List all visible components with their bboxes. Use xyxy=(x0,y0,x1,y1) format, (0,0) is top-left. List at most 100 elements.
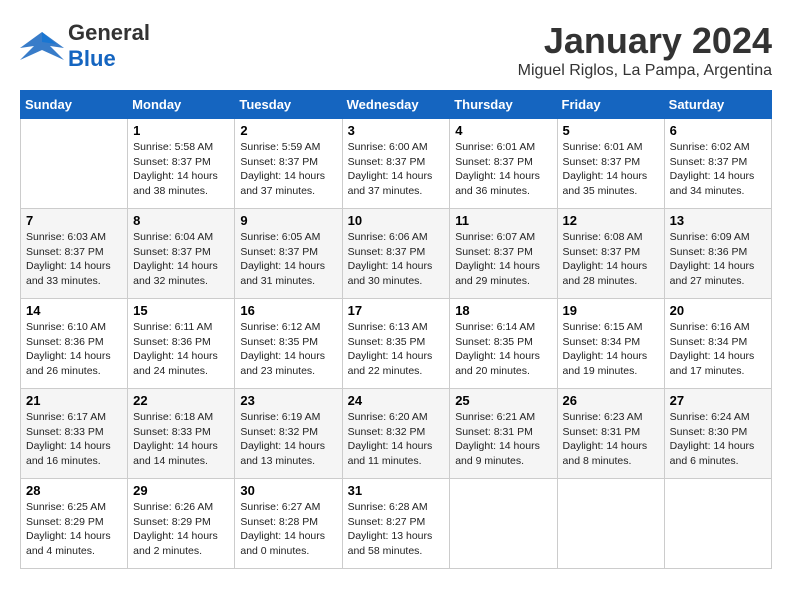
day-info: Sunrise: 6:08 AM Sunset: 8:37 PM Dayligh… xyxy=(563,230,659,289)
day-info: Sunrise: 6:19 AM Sunset: 8:32 PM Dayligh… xyxy=(240,410,336,469)
day-info: Sunrise: 6:04 AM Sunset: 8:37 PM Dayligh… xyxy=(133,230,229,289)
day-number: 23 xyxy=(240,393,336,408)
logo: General Blue xyxy=(20,20,150,72)
day-info: Sunrise: 6:26 AM Sunset: 8:29 PM Dayligh… xyxy=(133,500,229,559)
calendar-cell: 31 Sunrise: 6:28 AM Sunset: 8:27 PM Dayli… xyxy=(342,479,450,569)
day-number: 21 xyxy=(26,393,122,408)
calendar-cell xyxy=(557,479,664,569)
day-info: Sunrise: 6:27 AM Sunset: 8:28 PM Dayligh… xyxy=(240,500,336,559)
calendar-table: SundayMondayTuesdayWednesdayThursdayFrid… xyxy=(20,90,772,569)
day-info: Sunrise: 6:01 AM Sunset: 8:37 PM Dayligh… xyxy=(563,140,659,199)
day-info: Sunrise: 6:24 AM Sunset: 8:30 PM Dayligh… xyxy=(670,410,766,469)
calendar-cell: 12 Sunrise: 6:08 AM Sunset: 8:37 PM Dayli… xyxy=(557,209,664,299)
day-info: Sunrise: 6:15 AM Sunset: 8:34 PM Dayligh… xyxy=(563,320,659,379)
day-info: Sunrise: 6:05 AM Sunset: 8:37 PM Dayligh… xyxy=(240,230,336,289)
calendar-cell: 6 Sunrise: 6:02 AM Sunset: 8:37 PM Daylig… xyxy=(664,119,771,209)
header-day-tuesday: Tuesday xyxy=(235,91,342,119)
day-number: 1 xyxy=(133,123,229,138)
day-number: 27 xyxy=(670,393,766,408)
day-info: Sunrise: 6:03 AM Sunset: 8:37 PM Dayligh… xyxy=(26,230,122,289)
calendar-cell: 24 Sunrise: 6:20 AM Sunset: 8:32 PM Dayli… xyxy=(342,389,450,479)
calendar-week-1: 1 Sunrise: 5:58 AM Sunset: 8:37 PM Daylig… xyxy=(21,119,772,209)
day-number: 28 xyxy=(26,483,122,498)
day-number: 4 xyxy=(455,123,551,138)
header-row: SundayMondayTuesdayWednesdayThursdayFrid… xyxy=(21,91,772,119)
calendar-cell: 17 Sunrise: 6:13 AM Sunset: 8:35 PM Dayli… xyxy=(342,299,450,389)
day-number: 20 xyxy=(670,303,766,318)
day-info: Sunrise: 5:58 AM Sunset: 8:37 PM Dayligh… xyxy=(133,140,229,199)
day-info: Sunrise: 6:13 AM Sunset: 8:35 PM Dayligh… xyxy=(348,320,445,379)
calendar-cell: 10 Sunrise: 6:06 AM Sunset: 8:37 PM Dayli… xyxy=(342,209,450,299)
calendar-header: SundayMondayTuesdayWednesdayThursdayFrid… xyxy=(21,91,772,119)
day-info: Sunrise: 6:11 AM Sunset: 8:36 PM Dayligh… xyxy=(133,320,229,379)
day-number: 25 xyxy=(455,393,551,408)
day-number: 9 xyxy=(240,213,336,228)
calendar-cell: 16 Sunrise: 6:12 AM Sunset: 8:35 PM Dayli… xyxy=(235,299,342,389)
day-number: 16 xyxy=(240,303,336,318)
day-info: Sunrise: 6:18 AM Sunset: 8:33 PM Dayligh… xyxy=(133,410,229,469)
day-info: Sunrise: 6:06 AM Sunset: 8:37 PM Dayligh… xyxy=(348,230,445,289)
calendar-cell: 29Sunrise: 6:26 AM Sunset: 8:29 PM Dayli… xyxy=(128,479,235,569)
day-number: 5 xyxy=(563,123,659,138)
day-info: Sunrise: 6:28 AM Sunset: 8:27 PM Dayligh… xyxy=(348,500,445,559)
day-info: Sunrise: 6:23 AM Sunset: 8:31 PM Dayligh… xyxy=(563,410,659,469)
day-number: 6 xyxy=(670,123,766,138)
day-number: 22 xyxy=(133,393,229,408)
calendar-cell: 13Sunrise: 6:09 AM Sunset: 8:36 PM Dayli… xyxy=(664,209,771,299)
calendar-cell: 3Sunrise: 6:00 AM Sunset: 8:37 PM Daylig… xyxy=(342,119,450,209)
calendar-cell: 15Sunrise: 6:11 AM Sunset: 8:36 PM Dayli… xyxy=(128,299,235,389)
calendar-week-2: 7 Sunrise: 6:03 AM Sunset: 8:37 PM Daylig… xyxy=(21,209,772,299)
day-info: Sunrise: 6:25 AM Sunset: 8:29 PM Dayligh… xyxy=(26,500,122,559)
calendar-cell xyxy=(664,479,771,569)
header-day-monday: Monday xyxy=(128,91,235,119)
day-info: Sunrise: 6:20 AM Sunset: 8:32 PM Dayligh… xyxy=(348,410,445,469)
day-number: 3 xyxy=(348,123,445,138)
header-day-wednesday: Wednesday xyxy=(342,91,450,119)
day-number: 19 xyxy=(563,303,659,318)
calendar-cell: 25Sunrise: 6:21 AM Sunset: 8:31 PM Dayli… xyxy=(450,389,557,479)
day-info: Sunrise: 6:07 AM Sunset: 8:37 PM Dayligh… xyxy=(455,230,551,289)
calendar-cell: 23 Sunrise: 6:19 AM Sunset: 8:32 PM Dayli… xyxy=(235,389,342,479)
day-info: Sunrise: 5:59 AM Sunset: 8:37 PM Dayligh… xyxy=(240,140,336,199)
day-number: 10 xyxy=(348,213,445,228)
day-number: 8 xyxy=(133,213,229,228)
calendar-cell xyxy=(21,119,128,209)
day-number: 17 xyxy=(348,303,445,318)
title-block: January 2024 Miguel Riglos, La Pampa, Ar… xyxy=(518,20,772,80)
header-day-thursday: Thursday xyxy=(450,91,557,119)
day-info: Sunrise: 6:10 AM Sunset: 8:36 PM Dayligh… xyxy=(26,320,122,379)
calendar-week-4: 21Sunrise: 6:17 AM Sunset: 8:33 PM Dayli… xyxy=(21,389,772,479)
day-info: Sunrise: 6:02 AM Sunset: 8:37 PM Dayligh… xyxy=(670,140,766,199)
calendar-cell: 5 Sunrise: 6:01 AM Sunset: 8:37 PM Daylig… xyxy=(557,119,664,209)
calendar-cell xyxy=(450,479,557,569)
day-number: 12 xyxy=(563,213,659,228)
calendar-cell: 8 Sunrise: 6:04 AM Sunset: 8:37 PM Daylig… xyxy=(128,209,235,299)
header-day-friday: Friday xyxy=(557,91,664,119)
day-info: Sunrise: 6:01 AM Sunset: 8:37 PM Dayligh… xyxy=(455,140,551,199)
day-number: 24 xyxy=(348,393,445,408)
calendar-cell: 21Sunrise: 6:17 AM Sunset: 8:33 PM Dayli… xyxy=(21,389,128,479)
day-number: 18 xyxy=(455,303,551,318)
calendar-week-3: 14Sunrise: 6:10 AM Sunset: 8:36 PM Dayli… xyxy=(21,299,772,389)
logo-blue: Blue xyxy=(68,46,116,71)
calendar-cell: 9 Sunrise: 6:05 AM Sunset: 8:37 PM Daylig… xyxy=(235,209,342,299)
day-number: 30 xyxy=(240,483,336,498)
calendar-cell: 1 Sunrise: 5:58 AM Sunset: 8:37 PM Daylig… xyxy=(128,119,235,209)
calendar-cell: 11 Sunrise: 6:07 AM Sunset: 8:37 PM Dayli… xyxy=(450,209,557,299)
calendar-cell: 30 Sunrise: 6:27 AM Sunset: 8:28 PM Dayli… xyxy=(235,479,342,569)
calendar-cell: 4 Sunrise: 6:01 AM Sunset: 8:37 PM Daylig… xyxy=(450,119,557,209)
calendar-week-5: 28 Sunrise: 6:25 AM Sunset: 8:29 PM Dayli… xyxy=(21,479,772,569)
logo-bird-icon xyxy=(20,28,64,64)
header-day-sunday: Sunday xyxy=(21,91,128,119)
day-info: Sunrise: 6:12 AM Sunset: 8:35 PM Dayligh… xyxy=(240,320,336,379)
calendar-cell: 20Sunrise: 6:16 AM Sunset: 8:34 PM Dayli… xyxy=(664,299,771,389)
calendar-cell: 19 Sunrise: 6:15 AM Sunset: 8:34 PM Dayli… xyxy=(557,299,664,389)
day-number: 31 xyxy=(348,483,445,498)
calendar-body: 1 Sunrise: 5:58 AM Sunset: 8:37 PM Daylig… xyxy=(21,119,772,569)
day-number: 7 xyxy=(26,213,122,228)
day-number: 11 xyxy=(455,213,551,228)
calendar-cell: 18Sunrise: 6:14 AM Sunset: 8:35 PM Dayli… xyxy=(450,299,557,389)
day-number: 2 xyxy=(240,123,336,138)
calendar-cell: 14Sunrise: 6:10 AM Sunset: 8:36 PM Dayli… xyxy=(21,299,128,389)
logo-general: General xyxy=(68,20,150,45)
